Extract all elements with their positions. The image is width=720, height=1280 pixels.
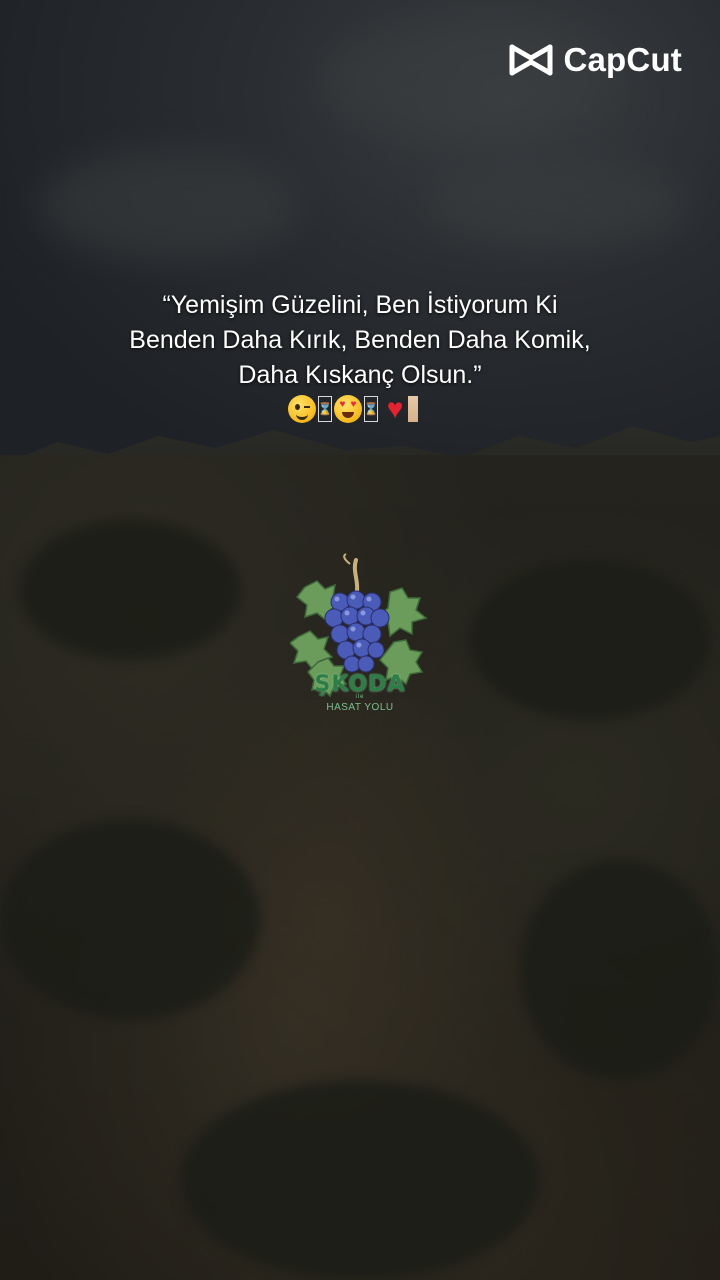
bush: [520, 860, 720, 1080]
cloud: [430, 160, 690, 250]
caption-line: “Yemişim Güzelini, Ben İstiyorum Ki: [162, 291, 558, 319]
caption-line: Benden Daha Kırık, Benden Daha Komik,: [129, 326, 591, 354]
bush: [180, 1080, 540, 1280]
heart-eyes-face-icon: ♥ ♥: [334, 395, 362, 423]
winking-face-icon: [288, 395, 316, 423]
unsupported-glyph-icon: ⌛: [318, 396, 332, 422]
cloud: [320, 20, 620, 140]
caption-line: Daha Kıskanç Olsun.”: [238, 361, 482, 389]
capcut-watermark: CapCut: [509, 40, 682, 80]
logo-small-text: ile: [355, 694, 365, 700]
capcut-brand-name: CapCut: [563, 41, 682, 78]
bush: [470, 560, 710, 720]
bush: [0, 820, 260, 1020]
caption-text: “Yemişim Güzelini, Ben İstiyorum Ki Bend…: [60, 288, 660, 393]
unsupported-glyph-icon: ⌛: [364, 396, 378, 422]
caption-emoji-row: ⌛ ♥ ♥ ⌛ ♥: [288, 394, 418, 424]
red-heart-icon: ♥: [386, 393, 404, 424]
emoji-fragment: [408, 396, 418, 422]
cloud: [40, 150, 300, 260]
bush: [20, 520, 240, 660]
logo-subtitle: HASAT YOLU: [326, 702, 394, 713]
capcut-logo-icon: [509, 44, 553, 76]
